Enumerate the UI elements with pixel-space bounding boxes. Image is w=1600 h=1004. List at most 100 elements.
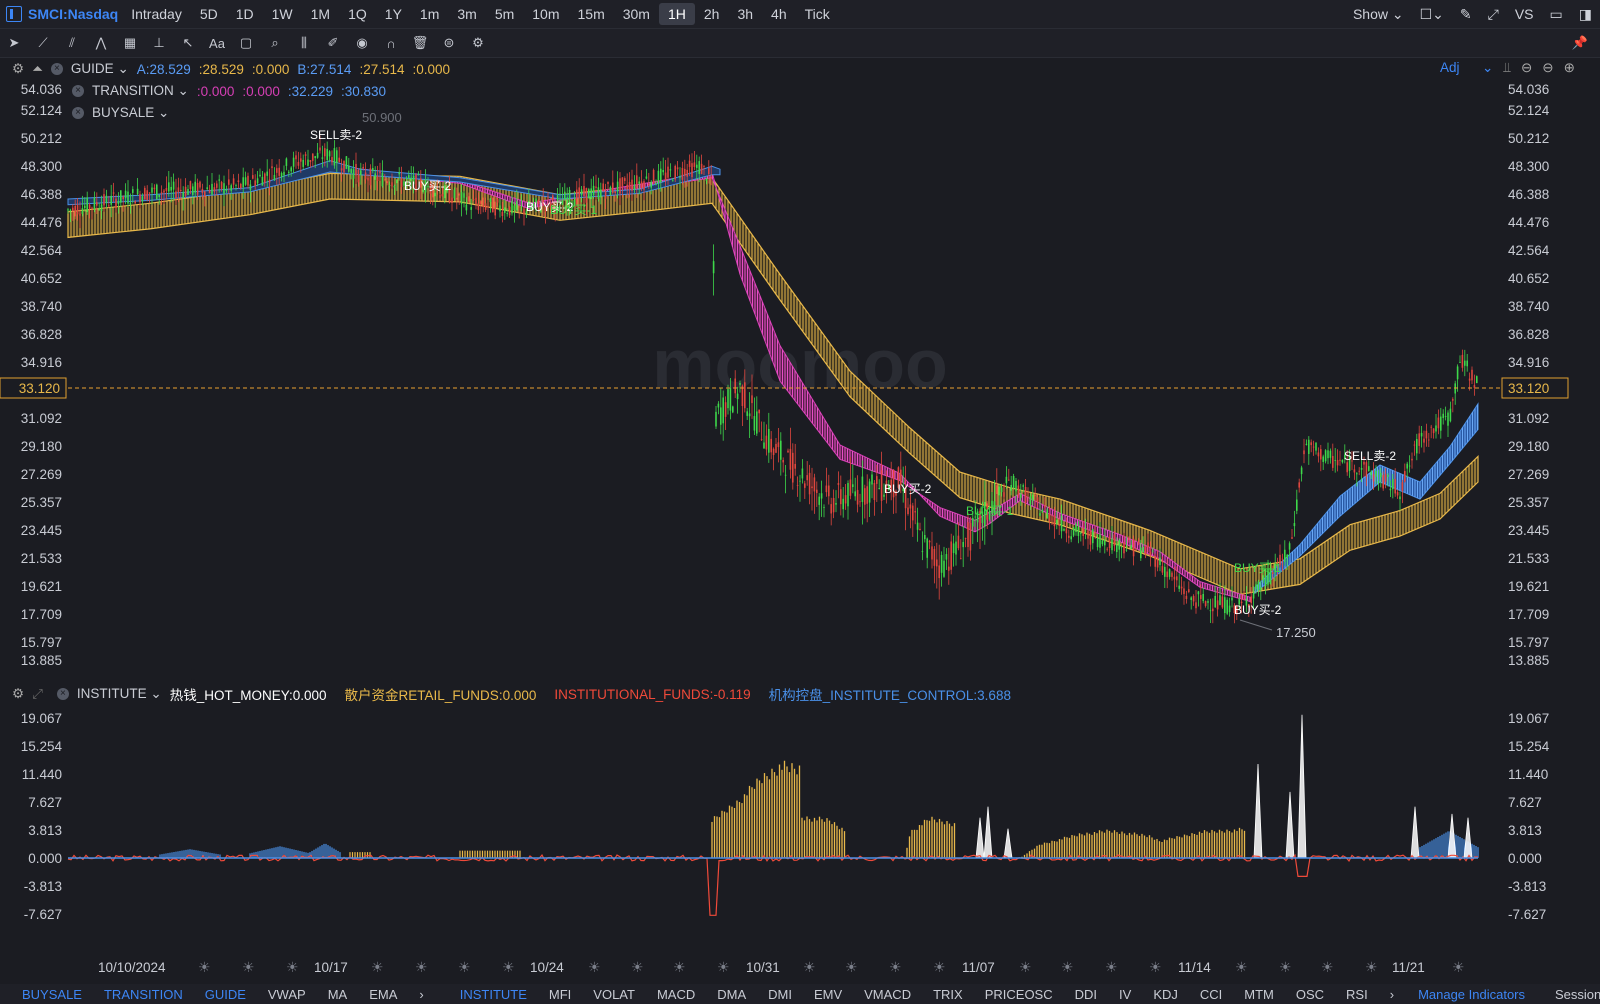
extended-hours-icon: ☀ (1279, 959, 1292, 975)
channel-tool-icon[interactable]: ⫽ (64, 35, 80, 51)
transition-v1: :0.000 (196, 83, 235, 99)
tab-vmacd[interactable]: VMACD (853, 987, 922, 1002)
minus-icon[interactable]: ⊖ (1542, 60, 1553, 76)
tab-kdj[interactable]: KDJ (1142, 987, 1189, 1002)
tab-4h[interactable]: 4h (762, 3, 796, 25)
tab-ddi[interactable]: DDI (1064, 987, 1108, 1002)
tab-1y[interactable]: 1Y (376, 3, 411, 25)
close-icon[interactable]: × (72, 107, 84, 119)
eye-icon[interactable]: ◉ (354, 35, 370, 51)
tab-10m[interactable]: 10m (523, 3, 568, 25)
timeframe-bar: SMCI:Nasdaq Intraday 5D 1D 1W 1M 1Q 1Y 1… (0, 0, 1600, 29)
book-icon[interactable]: ▭ (1550, 6, 1563, 23)
tab-ema[interactable]: EMA (358, 987, 408, 1002)
tab-1d[interactable]: 1D (227, 3, 263, 25)
tab-ma[interactable]: MA (317, 987, 359, 1002)
institute-dropdown[interactable]: INSTITUTE ⌄ (77, 686, 162, 702)
tab-1h[interactable]: 1H (658, 3, 695, 25)
close-icon[interactable]: × (72, 85, 84, 97)
tab-osc[interactable]: OSC (1285, 987, 1335, 1002)
tab-mtm[interactable]: MTM (1233, 987, 1285, 1002)
tab-macd[interactable]: MACD (646, 987, 706, 1002)
tab-3m[interactable]: 3m (448, 3, 485, 25)
tab-trix[interactable]: TRIX (922, 987, 974, 1002)
tab-1w[interactable]: 1W (263, 3, 302, 25)
extended-hours-icon: ☀ (242, 959, 255, 975)
manage-indicators-link[interactable]: Manage Indicators (1407, 987, 1536, 1002)
price-tick-left: 27.269 (21, 467, 62, 482)
symbol-label[interactable]: SMCI:Nasdaq (28, 6, 118, 22)
collapse-icon[interactable]: ⏶ (32, 61, 43, 77)
tab-buysale[interactable]: BUYSALE (0, 987, 93, 1002)
tab-1q[interactable]: 1Q (339, 3, 376, 25)
tab-iv[interactable]: IV (1108, 987, 1142, 1002)
arrow-tool-icon[interactable]: ↖ (180, 35, 196, 51)
fib-tool-icon[interactable]: ▦ (122, 35, 138, 51)
trash-icon[interactable]: 🗑 (412, 35, 429, 51)
expand-icon[interactable]: ⤢ (32, 686, 43, 702)
magnet-icon[interactable]: ∩ (383, 35, 399, 51)
buysale-dropdown[interactable]: BUYSALE ⌄ (92, 105, 169, 121)
transition-dropdown[interactable]: TRANSITION ⌄ (92, 83, 189, 99)
tab-vwap[interactable]: VWAP (257, 987, 317, 1002)
tab-1m[interactable]: 1m (411, 3, 448, 25)
guide-a-value: A:28.529 (136, 61, 191, 77)
plus-icon[interactable]: ⊕ (1564, 60, 1575, 76)
settings-icon[interactable]: ⚙ (12, 61, 24, 77)
zoom-icon[interactable]: ⌕ (267, 35, 283, 51)
tab-mfi[interactable]: MFI (538, 987, 582, 1002)
text-tool-icon[interactable]: Aa (209, 35, 225, 51)
comment-icon[interactable]: ▢ (238, 35, 254, 51)
tab-cci[interactable]: CCI (1189, 987, 1233, 1002)
signal-label: BUY买-1 (1234, 561, 1282, 575)
tab-30m[interactable]: 30m (614, 3, 659, 25)
guide-dropdown[interactable]: GUIDE ⌄ (71, 61, 129, 77)
fullscreen-icon[interactable]: ⤢ (1488, 6, 1499, 23)
vs-button[interactable]: VS (1515, 6, 1534, 22)
pin-icon[interactable]: 📌 (1572, 35, 1588, 51)
pattern-tool-icon[interactable]: ⋀ (93, 35, 109, 51)
panel-icon[interactable]: ◨ (1579, 6, 1592, 23)
tab-volat[interactable]: VOLAT (582, 987, 646, 1002)
tab-dmi[interactable]: DMI (757, 987, 803, 1002)
sync-icon[interactable]: ⊜ (441, 35, 457, 51)
measure-tool-icon[interactable]: ⊥ (151, 35, 167, 51)
tab-transition[interactable]: TRANSITION (93, 987, 194, 1002)
tab-guide[interactable]: GUIDE (194, 987, 257, 1002)
price-chart[interactable]: moomoo54.036 54.03652.124 52.12450.212 50.2… (0, 58, 1600, 680)
sidebar-toggle-icon[interactable] (6, 6, 22, 22)
tab-tick[interactable]: Tick (796, 3, 839, 25)
pen-icon[interactable]: ✎ (1460, 6, 1472, 23)
chart-tool-icon[interactable]: ⫼ (296, 35, 312, 51)
session-button[interactable]: Session (1544, 987, 1600, 1002)
cursor-icon[interactable]: ➤ (6, 35, 22, 51)
tab-5d[interactable]: 5D (191, 3, 227, 25)
brush-icon[interactable]: ✐ (325, 35, 341, 51)
show-dropdown[interactable]: Show ⌄ (1353, 6, 1404, 23)
chevron-right-icon[interactable]: › (408, 987, 434, 1002)
layout-icon[interactable]: ☐⌄ (1420, 6, 1444, 23)
chart-type-icon[interactable]: ⫫ (1503, 60, 1511, 76)
indicator-legends: ⚙ ⏶ × GUIDE ⌄ A:28.529 :28.529 :0.000 B:… (12, 58, 450, 124)
close-icon[interactable]: × (56, 688, 69, 700)
tab-2h[interactable]: 2h (695, 3, 729, 25)
tab-rsi[interactable]: RSI (1335, 987, 1379, 1002)
tab-dma[interactable]: DMA (706, 987, 757, 1002)
settings-icon[interactable]: ⚙ (470, 35, 486, 51)
institute-chart[interactable]: 19.067 19.067 15.254 15.254 11.440 11.440 7.62… (0, 706, 1600, 954)
minus-icon[interactable]: ⊖ (1521, 60, 1532, 76)
tab-1m-month[interactable]: 1M (302, 3, 339, 25)
tab-institute[interactable]: INSTITUTE (449, 987, 538, 1002)
tab-5m[interactable]: 5m (486, 3, 523, 25)
tab-3h[interactable]: 3h (728, 3, 762, 25)
chevron-right-icon[interactable]: › (1379, 987, 1405, 1002)
tab-priceosc[interactable]: PRICEOSC (974, 987, 1064, 1002)
tab-emv[interactable]: EMV (803, 987, 853, 1002)
tab-intraday[interactable]: Intraday (122, 3, 191, 25)
close-icon[interactable]: × (50, 63, 63, 75)
extended-hours-icon: ☀ (502, 959, 515, 975)
settings-icon[interactable]: ⚙ (12, 686, 24, 702)
line-tool-icon[interactable]: ⟋ (35, 35, 51, 51)
adj-dropdown[interactable]: Adj ⌄ (1440, 60, 1493, 76)
tab-15m[interactable]: 15m (569, 3, 614, 25)
